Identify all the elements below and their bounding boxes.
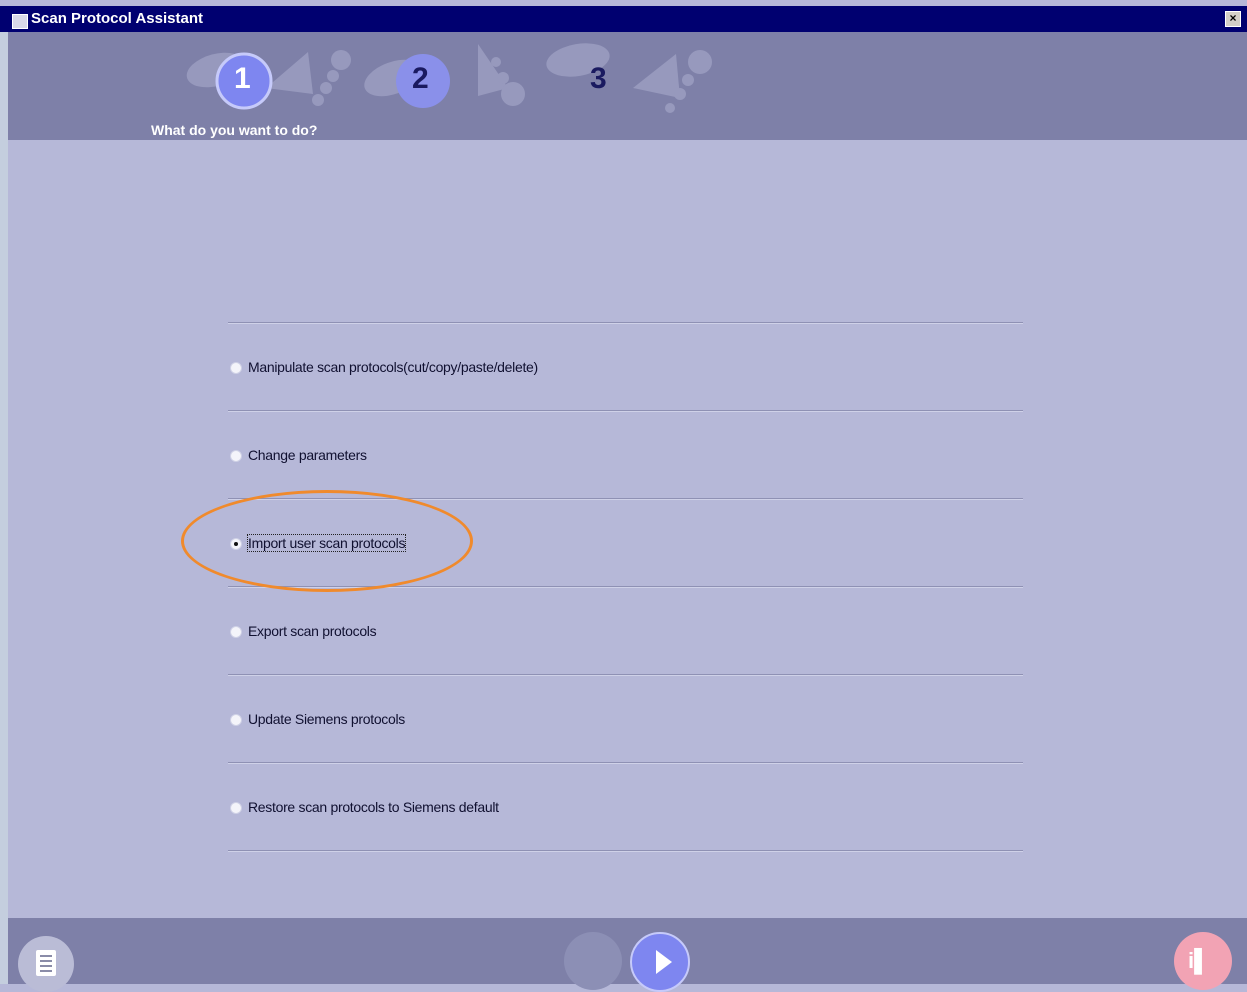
step-1-number: 1 — [234, 62, 251, 95]
option-label[interactable]: Export scan protocols — [248, 623, 377, 639]
option-label[interactable]: Change parameters — [248, 447, 367, 463]
document-icon — [36, 950, 56, 976]
help-person-icon: i▌ — [1188, 948, 1210, 973]
wizard-header: 1 2 3 What do you want to do? — [8, 32, 1247, 140]
option-change-parameters[interactable]: Change parameters — [228, 412, 1023, 498]
radio-button[interactable] — [230, 714, 242, 726]
wizard-footer: i▌ — [8, 918, 1247, 992]
play-arrow-icon — [656, 950, 672, 974]
highlight-annotation — [181, 490, 473, 592]
radio-button[interactable] — [230, 450, 242, 462]
option-label[interactable]: Restore scan protocols to Siemens defaul… — [248, 799, 499, 815]
option-export[interactable]: Export scan protocols — [228, 588, 1023, 674]
radio-button[interactable] — [230, 626, 242, 638]
option-update-siemens[interactable]: Update Siemens protocols — [228, 676, 1023, 762]
next-button[interactable] — [630, 932, 690, 992]
wizard-prompt: What do you want to do? — [151, 122, 318, 138]
window-title: Scan Protocol Assistant — [31, 10, 203, 27]
option-label[interactable]: Update Siemens protocols — [248, 711, 405, 727]
back-button[interactable] — [564, 932, 622, 990]
step-3-number: 3 — [590, 62, 607, 95]
help-button[interactable]: i▌ — [1174, 932, 1232, 990]
window-titlebar: Scan Protocol Assistant × — [0, 0, 1247, 32]
app-icon — [12, 14, 28, 29]
close-icon[interactable]: × — [1225, 11, 1241, 27]
option-manipulate[interactable]: Manipulate scan protocols(cut/copy/paste… — [228, 324, 1023, 410]
radio-button[interactable] — [230, 802, 242, 814]
radio-button[interactable] — [230, 362, 242, 374]
step-2-number: 2 — [412, 62, 429, 95]
option-restore-default[interactable]: Restore scan protocols to Siemens defaul… — [228, 764, 1023, 850]
divider — [228, 850, 1023, 852]
window-left-edge — [0, 32, 8, 984]
option-label[interactable]: Manipulate scan protocols(cut/copy/paste… — [248, 359, 538, 375]
